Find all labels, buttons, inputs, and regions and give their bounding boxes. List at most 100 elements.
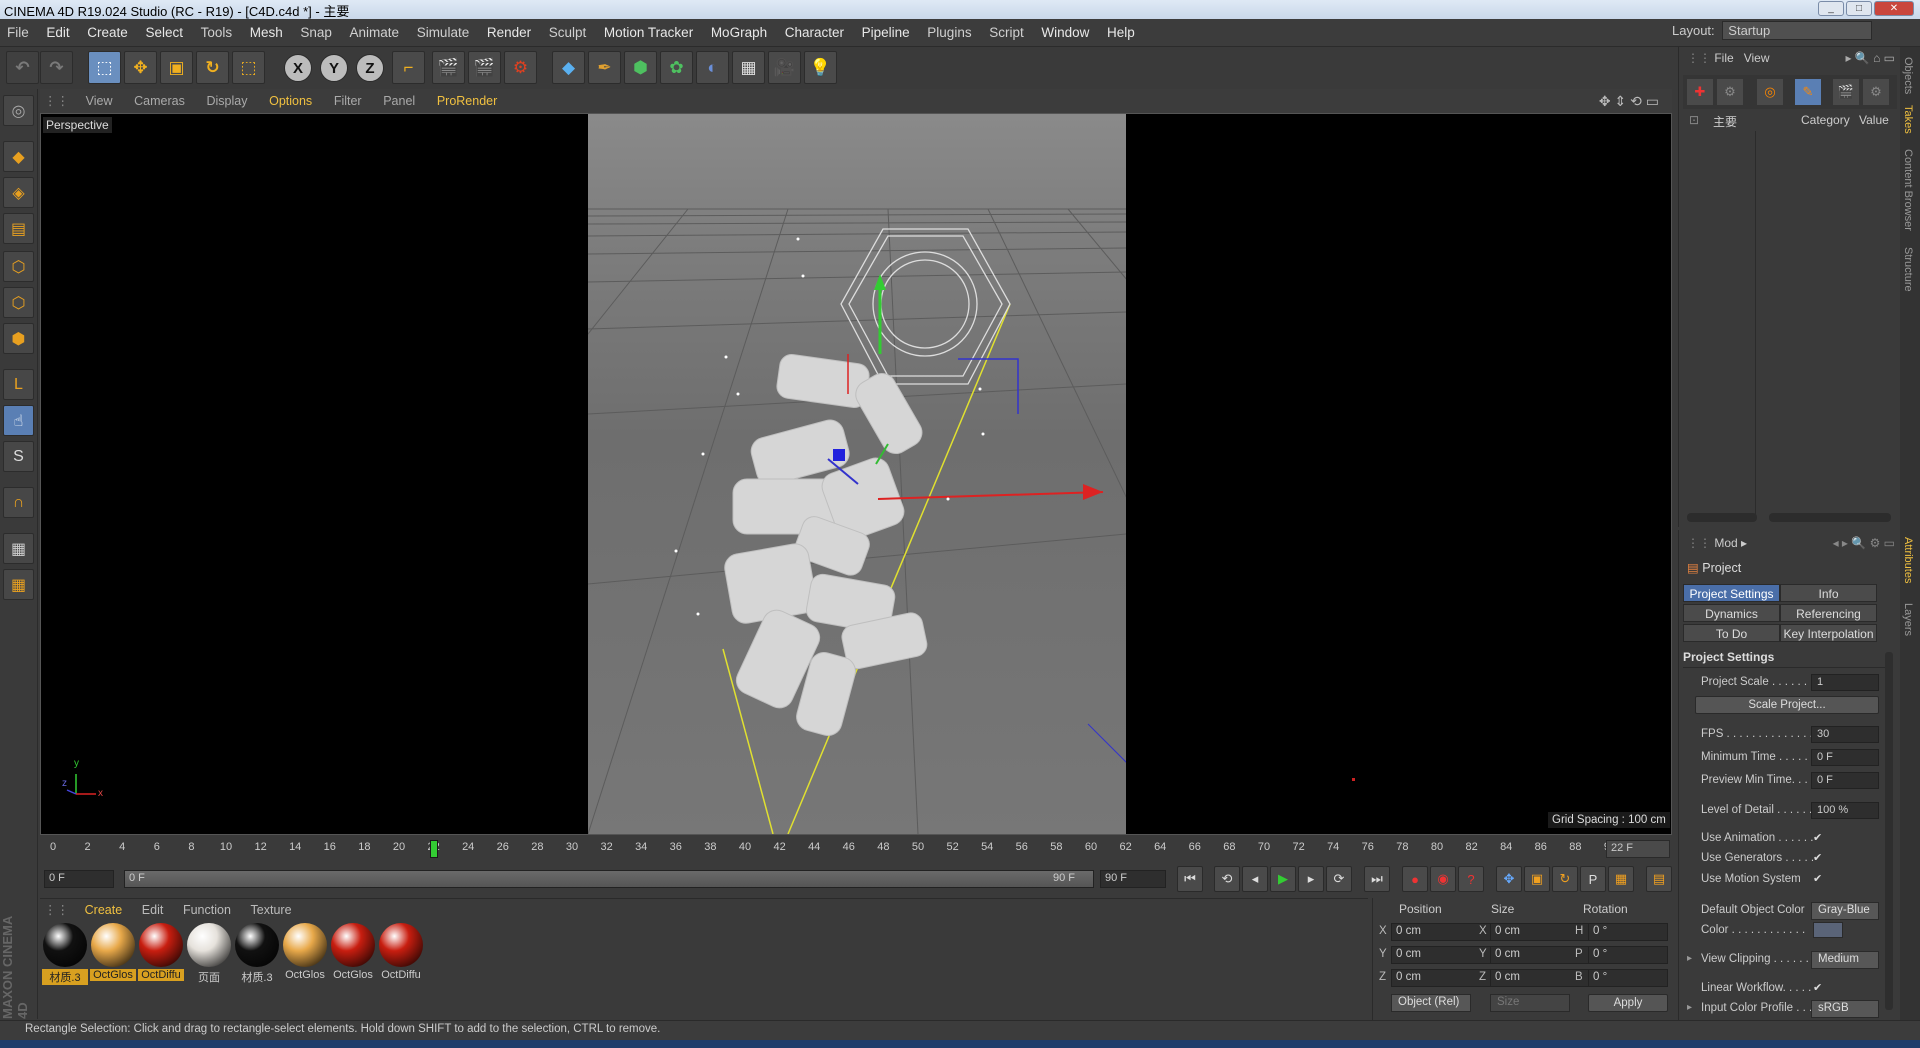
x-axis-icon[interactable]: X	[284, 54, 312, 82]
layout-dropdown[interactable]: Startup	[1722, 21, 1873, 40]
material-swatch[interactable]: 材质.3	[234, 923, 280, 985]
object-menu-view[interactable]: View	[1744, 51, 1770, 65]
planar-workplane-icon[interactable]: ▦	[3, 569, 34, 600]
minimum-time-field[interactable]: 0 F	[1811, 749, 1879, 766]
attribute-mode-menu[interactable]: Mod	[1714, 536, 1737, 550]
menu-snap[interactable]: Snap	[293, 19, 339, 47]
tab-to-do[interactable]: To Do	[1683, 624, 1780, 642]
cloner-icon[interactable]: ✿	[660, 51, 693, 84]
material-swatch[interactable]: OctDiffu	[378, 923, 424, 985]
side-tab-layers[interactable]: Layers	[1902, 603, 1914, 636]
key-param-icon[interactable]: P	[1580, 866, 1606, 892]
menu-select[interactable]: Select	[138, 19, 190, 47]
preview-range-slider[interactable]: 0 F 90 F	[124, 870, 1094, 888]
takes-hscroll[interactable]	[1687, 513, 1757, 522]
material-swatch[interactable]: 页面	[186, 923, 232, 985]
menu-window[interactable]: Window	[1034, 19, 1096, 47]
autokey-icon[interactable]: ◉	[1430, 866, 1456, 892]
deformer-icon[interactable]: ◐	[696, 51, 729, 84]
viewport-camera-label[interactable]: Perspective	[43, 117, 112, 133]
layout-selector[interactable]: Layout: Startup	[1672, 21, 1900, 43]
take-add-icon[interactable]: ✚	[1687, 79, 1713, 105]
subdivision-icon[interactable]: ⬢	[624, 51, 657, 84]
coord-rot-b[interactable]: 0 °	[1588, 969, 1668, 987]
maximize-button[interactable]: □	[1846, 1, 1872, 16]
take-clone-icon[interactable]: ⚙	[1717, 79, 1743, 105]
project-scale-field[interactable]: 1	[1811, 674, 1879, 691]
material-menu-edit[interactable]: Edit	[134, 899, 172, 921]
record-icon[interactable]: ●	[1402, 866, 1428, 892]
coordinate-system-icon[interactable]: ⌐	[392, 51, 425, 84]
next-key-icon[interactable]: ⟳	[1326, 866, 1352, 892]
scale-project-button[interactable]: Scale Project...	[1695, 696, 1879, 714]
view-clipping-expand-icon[interactable]: ▸	[1687, 953, 1692, 964]
use-animation-checkbox[interactable]: ✔	[1813, 832, 1826, 845]
play-icon[interactable]: ▶	[1270, 866, 1296, 892]
use-motion-system-checkbox[interactable]: ✔	[1813, 873, 1826, 886]
start-frame-field[interactable]: 0 F	[44, 870, 114, 888]
menu-motion-tracker[interactable]: Motion Tracker	[597, 19, 700, 47]
material-menu-texture[interactable]: Texture	[243, 899, 300, 921]
rectangle-select-icon[interactable]: ⬚	[88, 51, 121, 84]
previous-frame-icon[interactable]: ◂	[1242, 866, 1268, 892]
attribute-nav-icons[interactable]: ◂ ▸ 🔍 ⚙ ▭	[1833, 536, 1895, 550]
magnet-icon[interactable]: ∩	[3, 487, 34, 518]
coord-pos-z[interactable]: 0 cm	[1391, 969, 1491, 987]
make-editable-icon[interactable]: ◎	[3, 95, 34, 126]
key-rotation-icon[interactable]: ↻	[1552, 866, 1578, 892]
take-render-icon[interactable]: 🎬	[1833, 79, 1859, 105]
key-pla-icon[interactable]: ▦	[1608, 866, 1634, 892]
tab-info[interactable]: Info	[1780, 584, 1877, 602]
menu-edit[interactable]: Edit	[39, 19, 76, 47]
linear-workflow-checkbox[interactable]: ✔	[1813, 982, 1826, 995]
side-tab-objects[interactable]: Objects	[1902, 57, 1914, 94]
live-select-icon[interactable]: ⬚	[232, 51, 265, 84]
material-swatch[interactable]: 材质.3	[42, 923, 88, 985]
menu-tools[interactable]: Tools	[194, 19, 240, 47]
menu-file[interactable]: File	[0, 19, 36, 47]
coord-pos-x[interactable]: 0 cm	[1391, 923, 1491, 941]
minimize-button[interactable]: _	[1818, 1, 1844, 16]
material-swatch[interactable]: OctDiffu	[138, 923, 184, 985]
material-swatch[interactable]: OctGlos	[282, 923, 328, 985]
current-frame-field[interactable]: 22 F	[1606, 840, 1670, 858]
undo-icon[interactable]: ↶	[6, 51, 39, 84]
view-clipping-dropdown[interactable]: Medium	[1811, 951, 1879, 969]
key-position-icon[interactable]: ✥	[1496, 866, 1522, 892]
menu-create[interactable]: Create	[80, 19, 135, 47]
model-mode-icon[interactable]: ◆	[3, 141, 34, 172]
input-color-profile-dropdown[interactable]: sRGB	[1811, 1000, 1879, 1018]
viewport-menu-display[interactable]: Display	[197, 89, 256, 113]
use-generators-checkbox[interactable]: ✔	[1813, 852, 1826, 865]
tab-referencing[interactable]: Referencing	[1780, 604, 1877, 622]
previous-key-icon[interactable]: ⟲	[1214, 866, 1240, 892]
props-hscroll[interactable]	[1769, 513, 1891, 522]
next-frame-icon[interactable]: ▸	[1298, 866, 1324, 892]
tweak-mode-icon[interactable]: ☝	[3, 405, 34, 436]
snap-icon[interactable]: S	[3, 441, 34, 472]
coord-rot-p[interactable]: 0 °	[1588, 946, 1668, 964]
viewport-menu-view[interactable]: View	[77, 89, 122, 113]
side-tab-structure[interactable]: Structure	[1902, 247, 1914, 292]
color-swatch[interactable]	[1813, 922, 1843, 938]
fps-field[interactable]: 30	[1811, 726, 1879, 743]
default-object-color-dropdown[interactable]: Gray-Blue	[1811, 902, 1879, 920]
menu-script[interactable]: Script	[982, 19, 1031, 47]
y-axis-icon[interactable]: Y	[320, 54, 348, 82]
go-to-end-icon[interactable]: ⏭	[1364, 866, 1390, 892]
key-scale-icon[interactable]: ▣	[1524, 866, 1550, 892]
tab-dynamics[interactable]: Dynamics	[1683, 604, 1780, 622]
viewport-nav-icons[interactable]: ✥ ⇕ ⟲ ▭	[1590, 89, 1668, 113]
render-settings-icon[interactable]: ⚙	[504, 51, 537, 84]
coord-apply-button[interactable]: Apply	[1588, 994, 1668, 1012]
menu-sculpt[interactable]: Sculpt	[542, 19, 594, 47]
object-menu-icons[interactable]: ▸ 🔍 ⌂ ▭	[1845, 51, 1895, 65]
take-auto-icon[interactable]: ✎	[1795, 79, 1821, 105]
points-mode-icon[interactable]: ⬡	[3, 251, 34, 282]
side-tab-attributes[interactable]: Attributes	[1902, 537, 1914, 583]
coord-mode-dropdown[interactable]: Object (Rel)	[1391, 994, 1471, 1012]
go-to-start-icon[interactable]: ⏮	[1177, 866, 1203, 892]
move-icon[interactable]: ✥	[124, 51, 157, 84]
coord-size-mode-dropdown[interactable]: Size	[1490, 994, 1570, 1012]
viewport-menu-cameras[interactable]: Cameras	[125, 89, 194, 113]
